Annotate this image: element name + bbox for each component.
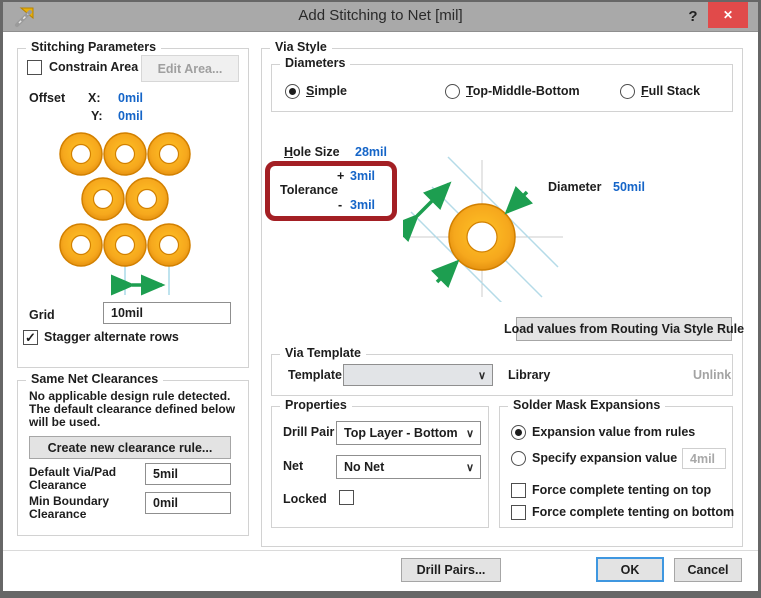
diameter-value: 50mil <box>613 180 645 194</box>
chevron-down-icon: ∨ <box>460 427 480 440</box>
close-icon: ✕ <box>723 8 733 22</box>
close-button[interactable]: ✕ <box>708 2 748 28</box>
diameter-label: Diameter <box>548 180 602 194</box>
offset-x-value: 0mil <box>118 91 143 105</box>
default-clearance-input[interactable]: 5mil <box>145 463 231 485</box>
tolerance-minus-value: 3mil <box>350 198 375 212</box>
titlebar: Add Stitching to Net [mil] ? ✕ <box>3 2 758 32</box>
grid-value: 10mil <box>111 306 143 320</box>
tenting-top-label: Force complete tenting on top <box>532 483 711 497</box>
min-boundary-value: 0mil <box>153 496 178 510</box>
specify-expansion-input[interactable]: 4mil <box>682 448 726 469</box>
radio-simple[interactable] <box>285 84 300 99</box>
drill-pairs-button[interactable]: Drill Pairs... <box>401 558 501 582</box>
template-label: Template <box>288 368 342 382</box>
stitching-parameters-title: Stitching Parameters <box>26 40 161 54</box>
edit-area-label: Edit Area... <box>158 62 223 76</box>
dialog-title: Add Stitching to Net [mil] <box>3 7 758 24</box>
unlink-link[interactable]: Unlink <box>693 368 731 382</box>
solder-mask-title: Solder Mask Expansions <box>508 398 665 412</box>
ok-label: OK <box>621 563 640 577</box>
radio-full-stack[interactable] <box>620 84 635 99</box>
cancel-button[interactable]: Cancel <box>674 558 742 582</box>
default-clearance-label-1: Default Via/Pad <box>29 465 116 479</box>
chevron-down-icon: ∨ <box>472 369 492 382</box>
offset-y-label: Y: <box>91 109 103 123</box>
stagger-label: Stagger alternate rows <box>44 330 179 344</box>
tenting-bottom-label: Force complete tenting on bottom <box>532 505 734 519</box>
tolerance-plus-value: 3mil <box>350 169 375 183</box>
stagger-checkbox[interactable]: ✓ <box>23 330 38 345</box>
drill-pair-dropdown[interactable]: Top Layer - Bottom Lay... ∨ <box>336 421 481 445</box>
via-style-title: Via Style <box>270 40 332 54</box>
template-dropdown[interactable]: ∨ <box>343 364 493 386</box>
locked-checkbox[interactable] <box>339 490 354 505</box>
tolerance-plus-sign: + <box>337 169 344 183</box>
constrain-area-label: Constrain Area <box>49 60 138 74</box>
clearance-notice: No applicable design rule detected. The … <box>29 390 241 429</box>
offset-y-value: 0mil <box>118 109 143 123</box>
tenting-bottom-checkbox[interactable] <box>511 505 526 520</box>
specify-expansion-value: 4mil <box>690 452 715 466</box>
net-value: No Net <box>344 460 460 474</box>
min-boundary-input[interactable]: 0mil <box>145 492 231 514</box>
properties-title: Properties <box>280 398 352 412</box>
tolerance-label: Tolerance <box>280 183 338 197</box>
radio-full-stack-label: Full Stack <box>641 84 700 98</box>
drill-pair-value: Top Layer - Bottom Lay... <box>344 426 460 440</box>
radio-simple-label: Simple <box>306 84 347 98</box>
load-values-label: Load values from Routing Via Style Rule <box>504 322 744 336</box>
create-clearance-rule-button[interactable]: Create new clearance rule... <box>29 436 231 459</box>
hole-size-value: 28mil <box>355 145 387 159</box>
cancel-label: Cancel <box>688 563 729 577</box>
load-values-button[interactable]: Load values from Routing Via Style Rule <box>516 317 732 341</box>
drill-pair-label: Drill Pair <box>283 425 334 439</box>
drill-pairs-label: Drill Pairs... <box>417 563 486 577</box>
offset-x-label: X: <box>88 91 101 105</box>
locked-label: Locked <box>283 492 327 506</box>
constrain-area-checkbox[interactable] <box>27 60 42 75</box>
radio-specify-expansion[interactable] <box>511 451 526 466</box>
net-label: Net <box>283 459 303 473</box>
add-stitching-dialog: Add Stitching to Net [mil] ? ✕ Stitching… <box>0 0 761 598</box>
stitching-pattern-image <box>28 127 238 299</box>
default-clearance-label-2: Clearance <box>29 478 86 492</box>
tenting-top-checkbox[interactable] <box>511 483 526 498</box>
radio-top-middle-bottom-label: Top-Middle-Bottom <box>466 84 580 98</box>
radio-expansion-from-rules[interactable] <box>511 425 526 440</box>
grid-input[interactable]: 10mil <box>103 302 231 324</box>
default-clearance-value: 5mil <box>153 467 178 481</box>
min-boundary-label-2: Clearance <box>29 507 86 521</box>
via-diagram-image <box>403 152 563 302</box>
hole-size-label: Hole Size <box>284 145 340 159</box>
create-clearance-rule-label: Create new clearance rule... <box>48 441 213 455</box>
grid-label: Grid <box>29 308 55 322</box>
help-button[interactable]: ? <box>683 5 703 29</box>
diameters-title: Diameters <box>280 56 350 70</box>
ok-button[interactable]: OK <box>596 557 664 582</box>
footer-divider <box>3 550 758 551</box>
edit-area-button[interactable]: Edit Area... <box>141 55 239 82</box>
chevron-down-icon: ∨ <box>460 461 480 474</box>
check-icon: ✓ <box>25 330 36 345</box>
specify-expansion-label: Specify expansion value <box>532 451 677 465</box>
library-label: Library <box>508 368 550 382</box>
radio-top-middle-bottom[interactable] <box>445 84 460 99</box>
offset-label: Offset <box>29 91 65 105</box>
expansion-from-rules-label: Expansion value from rules <box>532 425 695 439</box>
tolerance-minus-sign: - <box>338 198 342 212</box>
min-boundary-label-1: Min Boundary <box>29 494 109 508</box>
same-net-clearances-title: Same Net Clearances <box>26 372 163 386</box>
net-dropdown[interactable]: No Net ∨ <box>336 455 481 479</box>
via-template-title: Via Template <box>280 346 366 360</box>
